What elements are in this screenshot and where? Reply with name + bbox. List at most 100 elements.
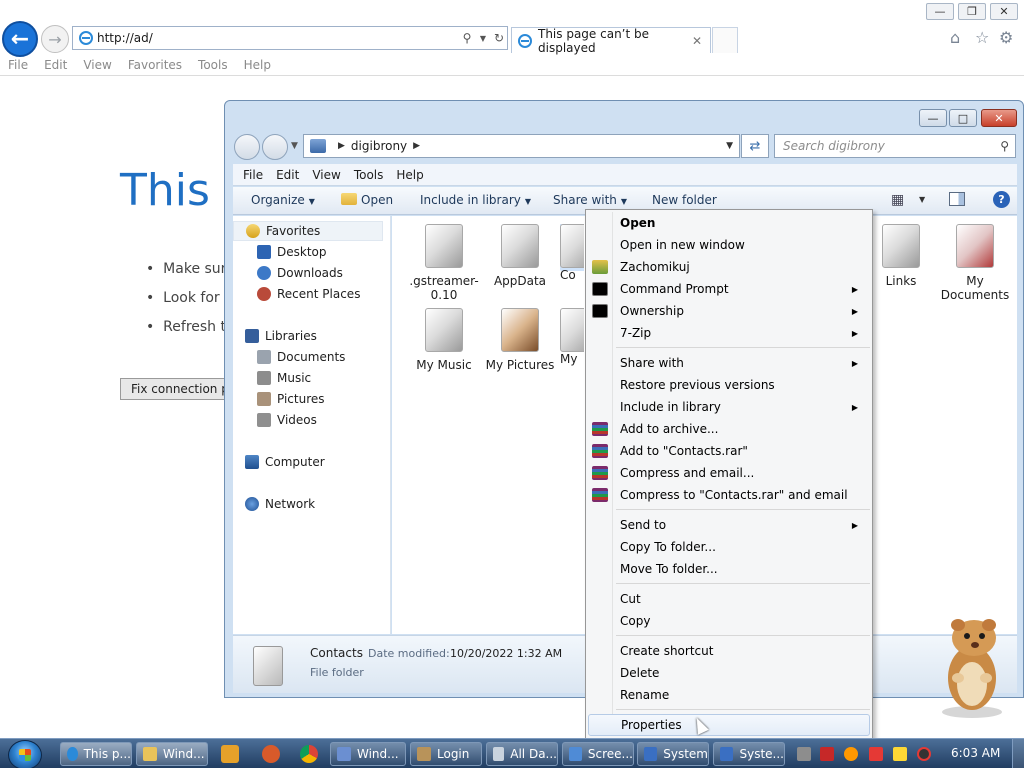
home-icon[interactable]: ⌂ (950, 28, 960, 47)
clock[interactable]: 6:03 AM (951, 746, 1000, 760)
address-bar[interactable]: http://ad/ ⚲ ▼ ↻ (72, 26, 508, 50)
folder-item[interactable]: My Pictures (480, 308, 560, 372)
taskbar-button-system[interactable]: System (637, 742, 709, 766)
start-button[interactable] (8, 740, 42, 768)
nav-computer[interactable]: Computer (233, 452, 325, 472)
nav-network[interactable]: Network (233, 494, 315, 514)
folder-item[interactable]: My (560, 308, 584, 366)
new-tab-button[interactable] (712, 27, 738, 53)
menu-item-share-with[interactable]: Share with ▶ (588, 352, 870, 374)
chevron-down-icon[interactable]: ▼ (726, 141, 733, 151)
maximize-button[interactable]: □ (949, 109, 977, 127)
recent-pages-dropdown-icon[interactable]: ▼ (291, 141, 298, 151)
refresh-icon[interactable]: ↻ (491, 31, 507, 45)
nav-desktop[interactable]: Desktop (233, 242, 327, 262)
menu-view[interactable]: View (83, 58, 111, 72)
dropdown-icon[interactable]: ▼ (475, 34, 491, 43)
tray-icon[interactable] (917, 747, 931, 761)
nav-recent-places[interactable]: Recent Places (233, 284, 360, 304)
taskbar-button-all-data[interactable]: All Da... (486, 742, 558, 766)
taskbar-button-ie[interactable]: This p... (60, 742, 132, 766)
folder-item-selected[interactable]: Co (560, 224, 584, 282)
nav-favorites[interactable]: Favorites (233, 221, 383, 241)
open-button[interactable]: Open (341, 193, 393, 207)
tray-icon[interactable] (844, 747, 858, 761)
help-icon[interactable]: ? (993, 191, 1010, 208)
browser-tab[interactable]: This page can’t be displayed ✕ (511, 27, 711, 55)
minimize-button[interactable]: — (919, 109, 947, 127)
menu-item-compress-to-rar-and-email[interactable]: Compress to "Contacts.rar" and email (588, 484, 870, 506)
refresh-button[interactable]: ⇄ (741, 134, 769, 158)
restore-button[interactable]: ❐ (958, 3, 986, 20)
search-icon[interactable]: ⚲ (1000, 139, 1009, 153)
menu-item-include-in-library[interactable]: Include in library ▶ (588, 396, 870, 418)
menu-item-create-shortcut[interactable]: Create shortcut (588, 640, 870, 662)
flag-icon[interactable] (869, 747, 883, 761)
taskbar-button-login[interactable]: Login (410, 742, 482, 766)
menu-item-ownership[interactable]: Ownership ▶ (588, 300, 870, 322)
menu-help[interactable]: Help (244, 58, 271, 72)
menu-item-compress-and-email[interactable]: Compress and email... (588, 462, 870, 484)
antivirus-icon[interactable] (820, 747, 834, 761)
show-desktop-button[interactable] (1012, 739, 1024, 768)
nav-videos[interactable]: Videos (233, 410, 317, 430)
gear-icon[interactable]: ⚙ (999, 28, 1013, 47)
menu-item-rename[interactable]: Rename (588, 684, 870, 706)
search-icon[interactable]: ⚲ (459, 31, 475, 45)
tray-icon[interactable] (797, 747, 811, 761)
menu-item-open[interactable]: Open (588, 212, 870, 234)
tray-icon[interactable] (893, 747, 907, 761)
back-button[interactable] (234, 134, 260, 160)
nav-libraries[interactable]: Libraries (233, 326, 317, 346)
taskbar-button-screen[interactable]: Scree... (562, 742, 634, 766)
taskbar-button-window[interactable]: Wind... (330, 742, 406, 766)
menu-tools[interactable]: Tools (354, 168, 384, 182)
menu-item-delete[interactable]: Delete (588, 662, 870, 684)
menu-help[interactable]: Help (396, 168, 423, 182)
chevron-right-icon[interactable]: ▶ (338, 141, 345, 151)
menu-item-properties[interactable]: Properties (588, 714, 870, 736)
nav-documents[interactable]: Documents (233, 347, 345, 367)
views-icon[interactable]: ▦ (891, 192, 904, 208)
address-text[interactable]: http://ad/ (97, 31, 459, 45)
breadcrumb[interactable]: digibrony (351, 139, 407, 153)
folder-item[interactable]: Links (861, 224, 941, 288)
menu-edit[interactable]: Edit (276, 168, 299, 182)
app-icon[interactable] (262, 745, 280, 763)
nav-music[interactable]: Music (233, 368, 311, 388)
nav-downloads[interactable]: Downloads (233, 263, 343, 283)
menu-item-copy-to-folder[interactable]: Copy To folder... (588, 536, 870, 558)
menu-item-move-to-folder[interactable]: Move To folder... (588, 558, 870, 580)
menu-item-add-to-archive[interactable]: Add to archive... (588, 418, 870, 440)
share-with-button[interactable]: Share with ▼ (553, 193, 627, 207)
include-in-library-button[interactable]: Include in library ▼ (420, 193, 531, 207)
menu-item-open-new-window[interactable]: Open in new window (588, 234, 870, 256)
fix-connection-button[interactable]: Fix connection problems (120, 378, 240, 400)
close-icon[interactable]: ✕ (692, 34, 706, 48)
menu-edit[interactable]: Edit (44, 58, 67, 72)
menu-item-zachomikuj[interactable]: Zachomikuj (588, 256, 870, 278)
menu-item-send-to[interactable]: Send to ▶ (588, 514, 870, 536)
media-player-icon[interactable] (221, 745, 239, 763)
menu-item-copy[interactable]: Copy (588, 610, 870, 632)
menu-favorites[interactable]: Favorites (128, 58, 182, 72)
forward-button[interactable] (262, 134, 288, 160)
menu-tools[interactable]: Tools (198, 58, 228, 72)
nav-pictures[interactable]: Pictures (233, 389, 325, 409)
search-input[interactable]: Search digibrony ⚲ (774, 134, 1016, 158)
taskbar-button-system-2[interactable]: Syste... (713, 742, 785, 766)
chevron-right-icon[interactable]: ▶ (413, 141, 420, 151)
folder-item[interactable]: My Documents (935, 224, 1015, 302)
new-folder-button[interactable]: New folder (652, 193, 717, 207)
forward-button[interactable]: → (41, 25, 69, 53)
chevron-down-icon[interactable]: ▼ (919, 195, 925, 204)
close-button[interactable]: ✕ (981, 109, 1017, 127)
chrome-icon[interactable] (300, 745, 318, 763)
menu-item-restore-previous-versions[interactable]: Restore previous versions (588, 374, 870, 396)
menu-file[interactable]: File (243, 168, 263, 182)
menu-item-add-to-contacts-rar[interactable]: Add to "Contacts.rar" (588, 440, 870, 462)
preview-pane-icon[interactable] (949, 192, 965, 206)
menu-view[interactable]: View (312, 168, 340, 182)
folder-item[interactable]: AppData (480, 224, 560, 288)
address-bar[interactable]: ▶ digibrony ▶ ▼ (303, 134, 740, 158)
